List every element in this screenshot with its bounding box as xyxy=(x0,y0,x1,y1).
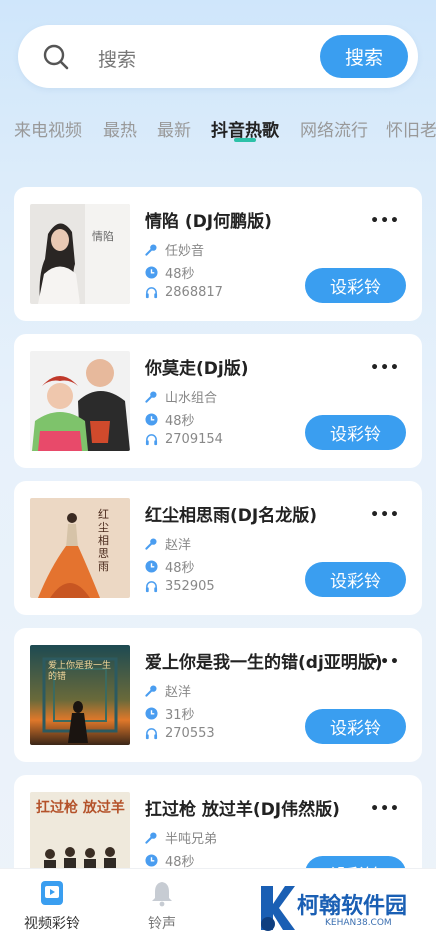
song-title: 爱上你是我一生的错(dj亚明版) xyxy=(145,653,383,673)
song-card[interactable]: 爱上你是我一生的错 爱上你是我一生的错(dj亚明版) ••• 赵洋 31秒 27… xyxy=(14,628,422,762)
headphones-icon xyxy=(145,581,158,593)
headphones-icon xyxy=(145,287,158,299)
cover-title-text: 扛过枪 放过羊 xyxy=(36,800,125,816)
video-ringtone-icon xyxy=(41,881,63,905)
more-options-icon[interactable]: ••• xyxy=(370,654,400,670)
clock-icon xyxy=(145,413,158,426)
search-input[interactable]: 搜索 xyxy=(98,45,136,72)
artist-name: 赵洋 xyxy=(165,685,192,700)
headphones-icon xyxy=(145,728,158,740)
bell-icon xyxy=(152,882,172,907)
album-cover xyxy=(30,351,130,451)
artist-row: 山水组合 xyxy=(145,387,217,406)
album-cover: 红尘相思雨 xyxy=(30,498,130,598)
album-cover: 情陷 xyxy=(30,204,130,304)
microphone-icon xyxy=(145,685,157,697)
watermark-logo: 柯翰软件园 KEHAN38.COM xyxy=(255,880,425,935)
more-options-icon[interactable]: ••• xyxy=(370,360,400,376)
cover-title-text: 红尘相思雨 xyxy=(98,508,109,573)
artist-row: 赵洋 xyxy=(145,534,191,553)
watermark-subtext: KEHAN38.COM xyxy=(325,918,392,928)
tab-active-indicator xyxy=(234,138,256,142)
clock-icon xyxy=(145,854,158,867)
tab-incoming-video[interactable]: 来电视频 xyxy=(14,116,82,141)
song-title: 扛过枪 放过羊(DJ伟然版) xyxy=(145,800,340,820)
artist-name: 任妙音 xyxy=(165,244,205,259)
song-card[interactable]: 红尘相思雨 红尘相思雨(DJ名龙版) ••• 赵洋 48秒 352905 设彩铃 xyxy=(14,481,422,615)
search-icon xyxy=(43,44,69,70)
nav-label: 铃声 xyxy=(148,916,176,932)
artist-name: 山水组合 xyxy=(165,391,218,406)
album-cover: 爱上你是我一生的错 xyxy=(30,645,130,745)
play-count: 2709154 xyxy=(165,432,223,447)
set-ringtone-button[interactable]: 设彩铃 xyxy=(305,415,406,450)
artist-row: 任妙音 xyxy=(145,240,204,259)
microphone-icon xyxy=(145,832,157,844)
nav-ringtone[interactable]: 铃声 xyxy=(122,879,202,933)
nav-video-ringtone[interactable]: 视频彩铃 xyxy=(12,879,92,933)
play-count: 2868817 xyxy=(165,285,223,300)
song-duration: 48秒 xyxy=(165,267,195,282)
set-ringtone-button[interactable]: 设彩铃 xyxy=(305,709,406,744)
artist-name: 半吨兄弟 xyxy=(165,832,218,847)
play-count: 352905 xyxy=(165,579,215,594)
song-duration: 48秒 xyxy=(165,561,195,576)
plays-row: 2709154 xyxy=(145,432,223,447)
song-title: 红尘相思雨(DJ名龙版) xyxy=(145,506,317,526)
artist-row: 半吨兄弟 xyxy=(145,828,217,847)
watermark-text: 柯翰软件园 xyxy=(297,894,408,919)
tab-internet-popular[interactable]: 网络流行 xyxy=(300,116,368,141)
duration-row: 48秒 xyxy=(145,410,195,429)
clock-icon xyxy=(145,266,158,279)
artist-name: 赵洋 xyxy=(165,538,192,553)
kehan-logo-icon xyxy=(261,886,295,931)
song-duration: 48秒 xyxy=(165,414,195,429)
tab-newest[interactable]: 最新 xyxy=(157,116,191,141)
play-count: 270553 xyxy=(165,726,215,741)
duration-row: 48秒 xyxy=(145,263,195,282)
tab-nostalgic[interactable]: 怀旧老 xyxy=(386,116,436,141)
cover-title-text: 情陷 xyxy=(92,230,114,243)
clock-icon xyxy=(145,560,158,573)
plays-row: 352905 xyxy=(145,579,215,594)
search-button[interactable]: 搜索 xyxy=(320,35,408,78)
microphone-icon xyxy=(145,244,157,256)
duration-row: 31秒 xyxy=(145,704,195,723)
search-bar[interactable]: 搜索 搜索 xyxy=(18,25,418,88)
plays-row: 270553 xyxy=(145,726,215,741)
song-card[interactable]: 你莫走(Dj版) ••• 山水组合 48秒 2709154 设彩铃 xyxy=(14,334,422,468)
song-title: 情陷 (DJ何鹏版) xyxy=(145,212,272,232)
nav-label: 视频彩铃 xyxy=(24,916,80,932)
microphone-icon xyxy=(145,391,157,403)
song-title: 你莫走(Dj版) xyxy=(145,359,249,379)
more-options-icon[interactable]: ••• xyxy=(370,213,400,229)
microphone-icon xyxy=(145,538,157,550)
category-tabs: 来电视频 最热 最新 抖音热歌 网络流行 怀旧老 xyxy=(0,112,436,148)
duration-row: 48秒 xyxy=(145,557,195,576)
cover-title-text: 爱上你是我一生的错 xyxy=(48,661,112,682)
song-duration: 31秒 xyxy=(165,708,195,723)
set-ringtone-button[interactable]: 设彩铃 xyxy=(305,562,406,597)
more-options-icon[interactable]: ••• xyxy=(370,801,400,817)
set-ringtone-button[interactable]: 设彩铃 xyxy=(305,268,406,303)
artist-row: 赵洋 xyxy=(145,681,191,700)
tab-hottest[interactable]: 最热 xyxy=(103,116,137,141)
plays-row: 2868817 xyxy=(145,285,223,300)
more-options-icon[interactable]: ••• xyxy=(370,507,400,523)
clock-icon xyxy=(145,707,158,720)
song-card[interactable]: 情陷 情陷 (DJ何鹏版) ••• 任妙音 48秒 2868817 设彩铃 xyxy=(14,187,422,321)
headphones-icon xyxy=(145,434,158,446)
